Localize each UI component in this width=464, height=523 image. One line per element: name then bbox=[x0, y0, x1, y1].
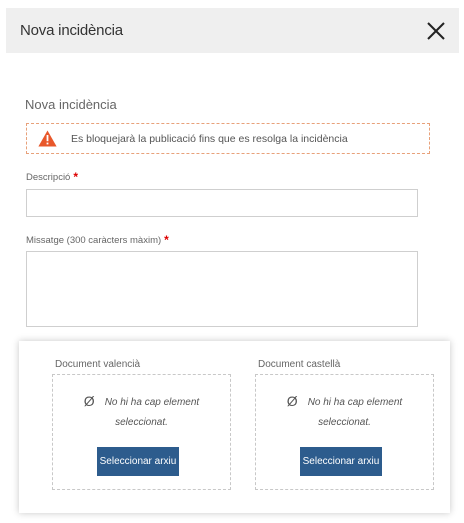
empty-line-1: No hi ha cap element bbox=[104, 397, 200, 408]
close-icon[interactable] bbox=[423, 18, 449, 44]
description-input[interactable] bbox=[26, 189, 418, 217]
description-label-text: Descripció bbox=[26, 172, 71, 183]
empty-line-2: seleccionat. bbox=[115, 417, 168, 428]
document-valencia-label: Document valencià bbox=[55, 359, 141, 370]
warning-triangle-icon bbox=[38, 130, 57, 147]
empty-line-2: seleccionat. bbox=[318, 417, 371, 428]
warning-box: Es bloquejarà la publicació fins que es … bbox=[26, 123, 430, 154]
select-file-button-castella[interactable]: Seleccionar arxiu bbox=[300, 447, 382, 476]
documents-panel: Document valencià Ø No hi ha cap element … bbox=[19, 341, 450, 513]
message-label-text: Missatge (300 caràcters màxim) bbox=[26, 235, 162, 246]
modal-title: Nova incidència bbox=[20, 22, 123, 39]
required-mark: * bbox=[73, 170, 79, 184]
empty-message: Ø No hi ha cap element seleccionat. bbox=[53, 391, 230, 433]
required-mark: * bbox=[164, 233, 169, 247]
message-textarea[interactable] bbox=[26, 251, 418, 327]
empty-message: Ø No hi ha cap element seleccionat. bbox=[256, 391, 433, 433]
select-file-button-valencia[interactable]: Seleccionar arxiu bbox=[97, 447, 179, 476]
document-castella-dropzone: Ø No hi ha cap element seleccionat. Selec… bbox=[255, 374, 434, 490]
message-label: Missatge (300 caràcters màxim) * bbox=[26, 233, 169, 247]
warning-text: Es bloquejarà la publicació fins que es … bbox=[71, 132, 348, 145]
empty-line-1: No hi ha cap element bbox=[307, 397, 403, 408]
description-label: Descripció * bbox=[26, 170, 78, 184]
document-castella-label: Document castellà bbox=[258, 359, 341, 370]
document-valencia-dropzone: Ø No hi ha cap element seleccionat. Selec… bbox=[52, 374, 231, 490]
modal-header: Nova incidència bbox=[6, 8, 459, 53]
empty-set-icon: Ø bbox=[83, 393, 95, 409]
empty-set-icon: Ø bbox=[286, 393, 298, 409]
section-heading: Nova incidència bbox=[25, 97, 117, 112]
